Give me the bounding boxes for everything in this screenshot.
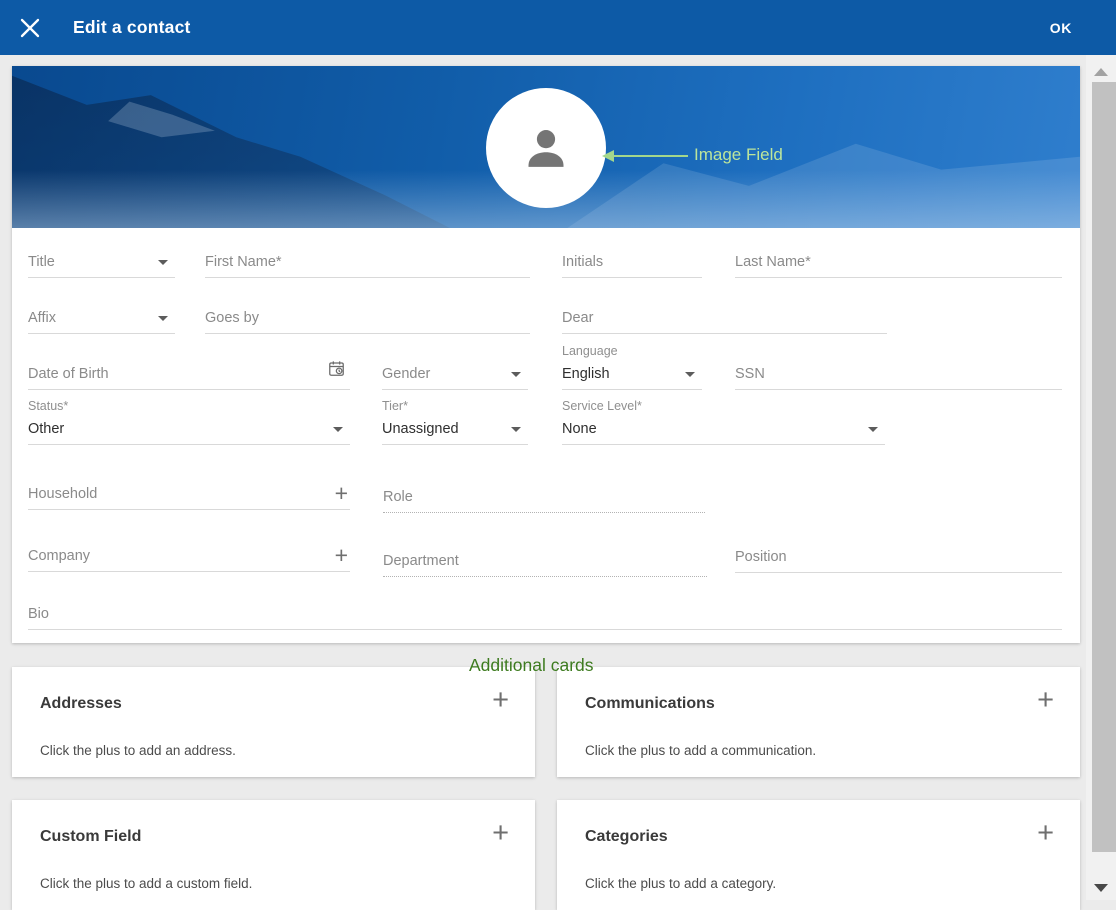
first-name-field[interactable]: First Name* bbox=[205, 243, 530, 278]
field-label: Household bbox=[28, 486, 97, 502]
scroll-up-arrow-icon[interactable] bbox=[1094, 68, 1108, 76]
field-value: None bbox=[562, 421, 597, 437]
plus-icon[interactable]: + bbox=[335, 545, 348, 566]
add-custom-field-plus-icon[interactable]: + bbox=[492, 817, 509, 850]
field-label: Last Name* bbox=[735, 254, 811, 270]
field-label: Date of Birth bbox=[28, 366, 109, 382]
status-select[interactable]: Status* Other bbox=[28, 398, 350, 445]
dear-field[interactable]: Dear bbox=[562, 299, 887, 334]
card-title: Categories bbox=[585, 828, 668, 846]
field-label: Role bbox=[383, 489, 413, 505]
field-label: Tier* bbox=[382, 399, 408, 413]
field-label: Title bbox=[28, 254, 55, 270]
field-value: Unassigned bbox=[382, 421, 459, 437]
chevron-down-icon bbox=[868, 427, 878, 432]
date-of-birth-field[interactable]: Date of Birth bbox=[28, 355, 350, 390]
tier-select[interactable]: Tier* Unassigned bbox=[382, 398, 528, 445]
company-field[interactable]: Company + bbox=[28, 537, 350, 572]
household-field[interactable]: Household + bbox=[28, 475, 350, 510]
additional-cards-annotation: Additional cards bbox=[469, 655, 594, 676]
chevron-down-icon bbox=[333, 427, 343, 432]
field-label: Status* bbox=[28, 399, 68, 413]
chevron-down-icon bbox=[511, 427, 521, 432]
categories-card: Categories + Click the plus to add a cat… bbox=[557, 800, 1080, 910]
avatar[interactable] bbox=[486, 88, 606, 208]
field-label: First Name* bbox=[205, 254, 282, 270]
service-level-select[interactable]: Service Level* None bbox=[562, 398, 885, 445]
scrollbar-thumb[interactable] bbox=[1092, 82, 1116, 852]
field-label: Bio bbox=[28, 606, 49, 622]
chevron-down-icon bbox=[158, 316, 168, 321]
field-label: Language bbox=[562, 344, 618, 358]
card-hint: Click the plus to add a custom field. bbox=[40, 876, 252, 891]
add-address-plus-icon[interactable]: + bbox=[492, 684, 509, 717]
field-label: Goes by bbox=[205, 310, 259, 326]
card-hint: Click the plus to add a communication. bbox=[585, 743, 816, 758]
field-label: SSN bbox=[735, 366, 765, 382]
field-value: English bbox=[562, 366, 610, 382]
scroll-down-arrow-icon[interactable] bbox=[1094, 884, 1108, 892]
card-hint: Click the plus to add an address. bbox=[40, 743, 236, 758]
field-label: Service Level* bbox=[562, 399, 642, 413]
field-label: Department bbox=[383, 553, 459, 569]
card-hint: Click the plus to add a category. bbox=[585, 876, 776, 891]
annotation-arrow-line bbox=[613, 155, 688, 157]
card-title: Custom Field bbox=[40, 828, 141, 846]
chevron-down-icon bbox=[158, 260, 168, 265]
cover-image: Image Field bbox=[12, 66, 1080, 228]
ssn-field[interactable]: SSN bbox=[735, 355, 1062, 390]
position-field[interactable]: Position bbox=[735, 538, 1062, 573]
dialog-header: Edit a contact OK bbox=[0, 0, 1116, 55]
image-field-annotation: Image Field bbox=[694, 145, 783, 165]
scrollbar[interactable] bbox=[1086, 55, 1116, 900]
gender-select[interactable]: Gender bbox=[382, 355, 528, 390]
communications-card: Communications + Click the plus to add a… bbox=[557, 667, 1080, 777]
page-title: Edit a contact bbox=[73, 0, 191, 55]
field-label: Company bbox=[28, 548, 90, 564]
custom-field-card: Custom Field + Click the plus to add a c… bbox=[12, 800, 535, 910]
department-field: Department bbox=[383, 542, 707, 577]
chevron-down-icon bbox=[685, 372, 695, 377]
calendar-clock-icon[interactable] bbox=[327, 359, 346, 383]
contact-form-card: Image Field Title First Name* Initials L… bbox=[12, 66, 1080, 643]
close-icon[interactable] bbox=[19, 17, 41, 39]
add-communication-plus-icon[interactable]: + bbox=[1037, 684, 1054, 717]
title-select[interactable]: Title bbox=[28, 243, 175, 278]
ok-button[interactable]: OK bbox=[1044, 0, 1078, 55]
goes-by-field[interactable]: Goes by bbox=[205, 299, 530, 334]
plus-icon[interactable]: + bbox=[335, 483, 348, 504]
add-category-plus-icon[interactable]: + bbox=[1037, 817, 1054, 850]
chevron-down-icon bbox=[511, 372, 521, 377]
field-label: Initials bbox=[562, 254, 603, 270]
initials-field[interactable]: Initials bbox=[562, 243, 702, 278]
bio-field[interactable]: Bio bbox=[28, 595, 1062, 630]
field-label: Dear bbox=[562, 310, 593, 326]
role-field: Role bbox=[383, 478, 705, 513]
field-value: Other bbox=[28, 421, 64, 437]
affix-select[interactable]: Affix bbox=[28, 299, 175, 334]
addresses-card: Addresses + Click the plus to add an add… bbox=[12, 667, 535, 777]
language-select[interactable]: Language English bbox=[562, 343, 702, 390]
person-icon bbox=[518, 120, 574, 176]
last-name-field[interactable]: Last Name* bbox=[735, 243, 1062, 278]
card-title: Addresses bbox=[40, 695, 122, 713]
card-title: Communications bbox=[585, 695, 715, 713]
field-label: Gender bbox=[382, 366, 430, 382]
field-label: Position bbox=[735, 549, 787, 565]
field-label: Affix bbox=[28, 310, 56, 326]
